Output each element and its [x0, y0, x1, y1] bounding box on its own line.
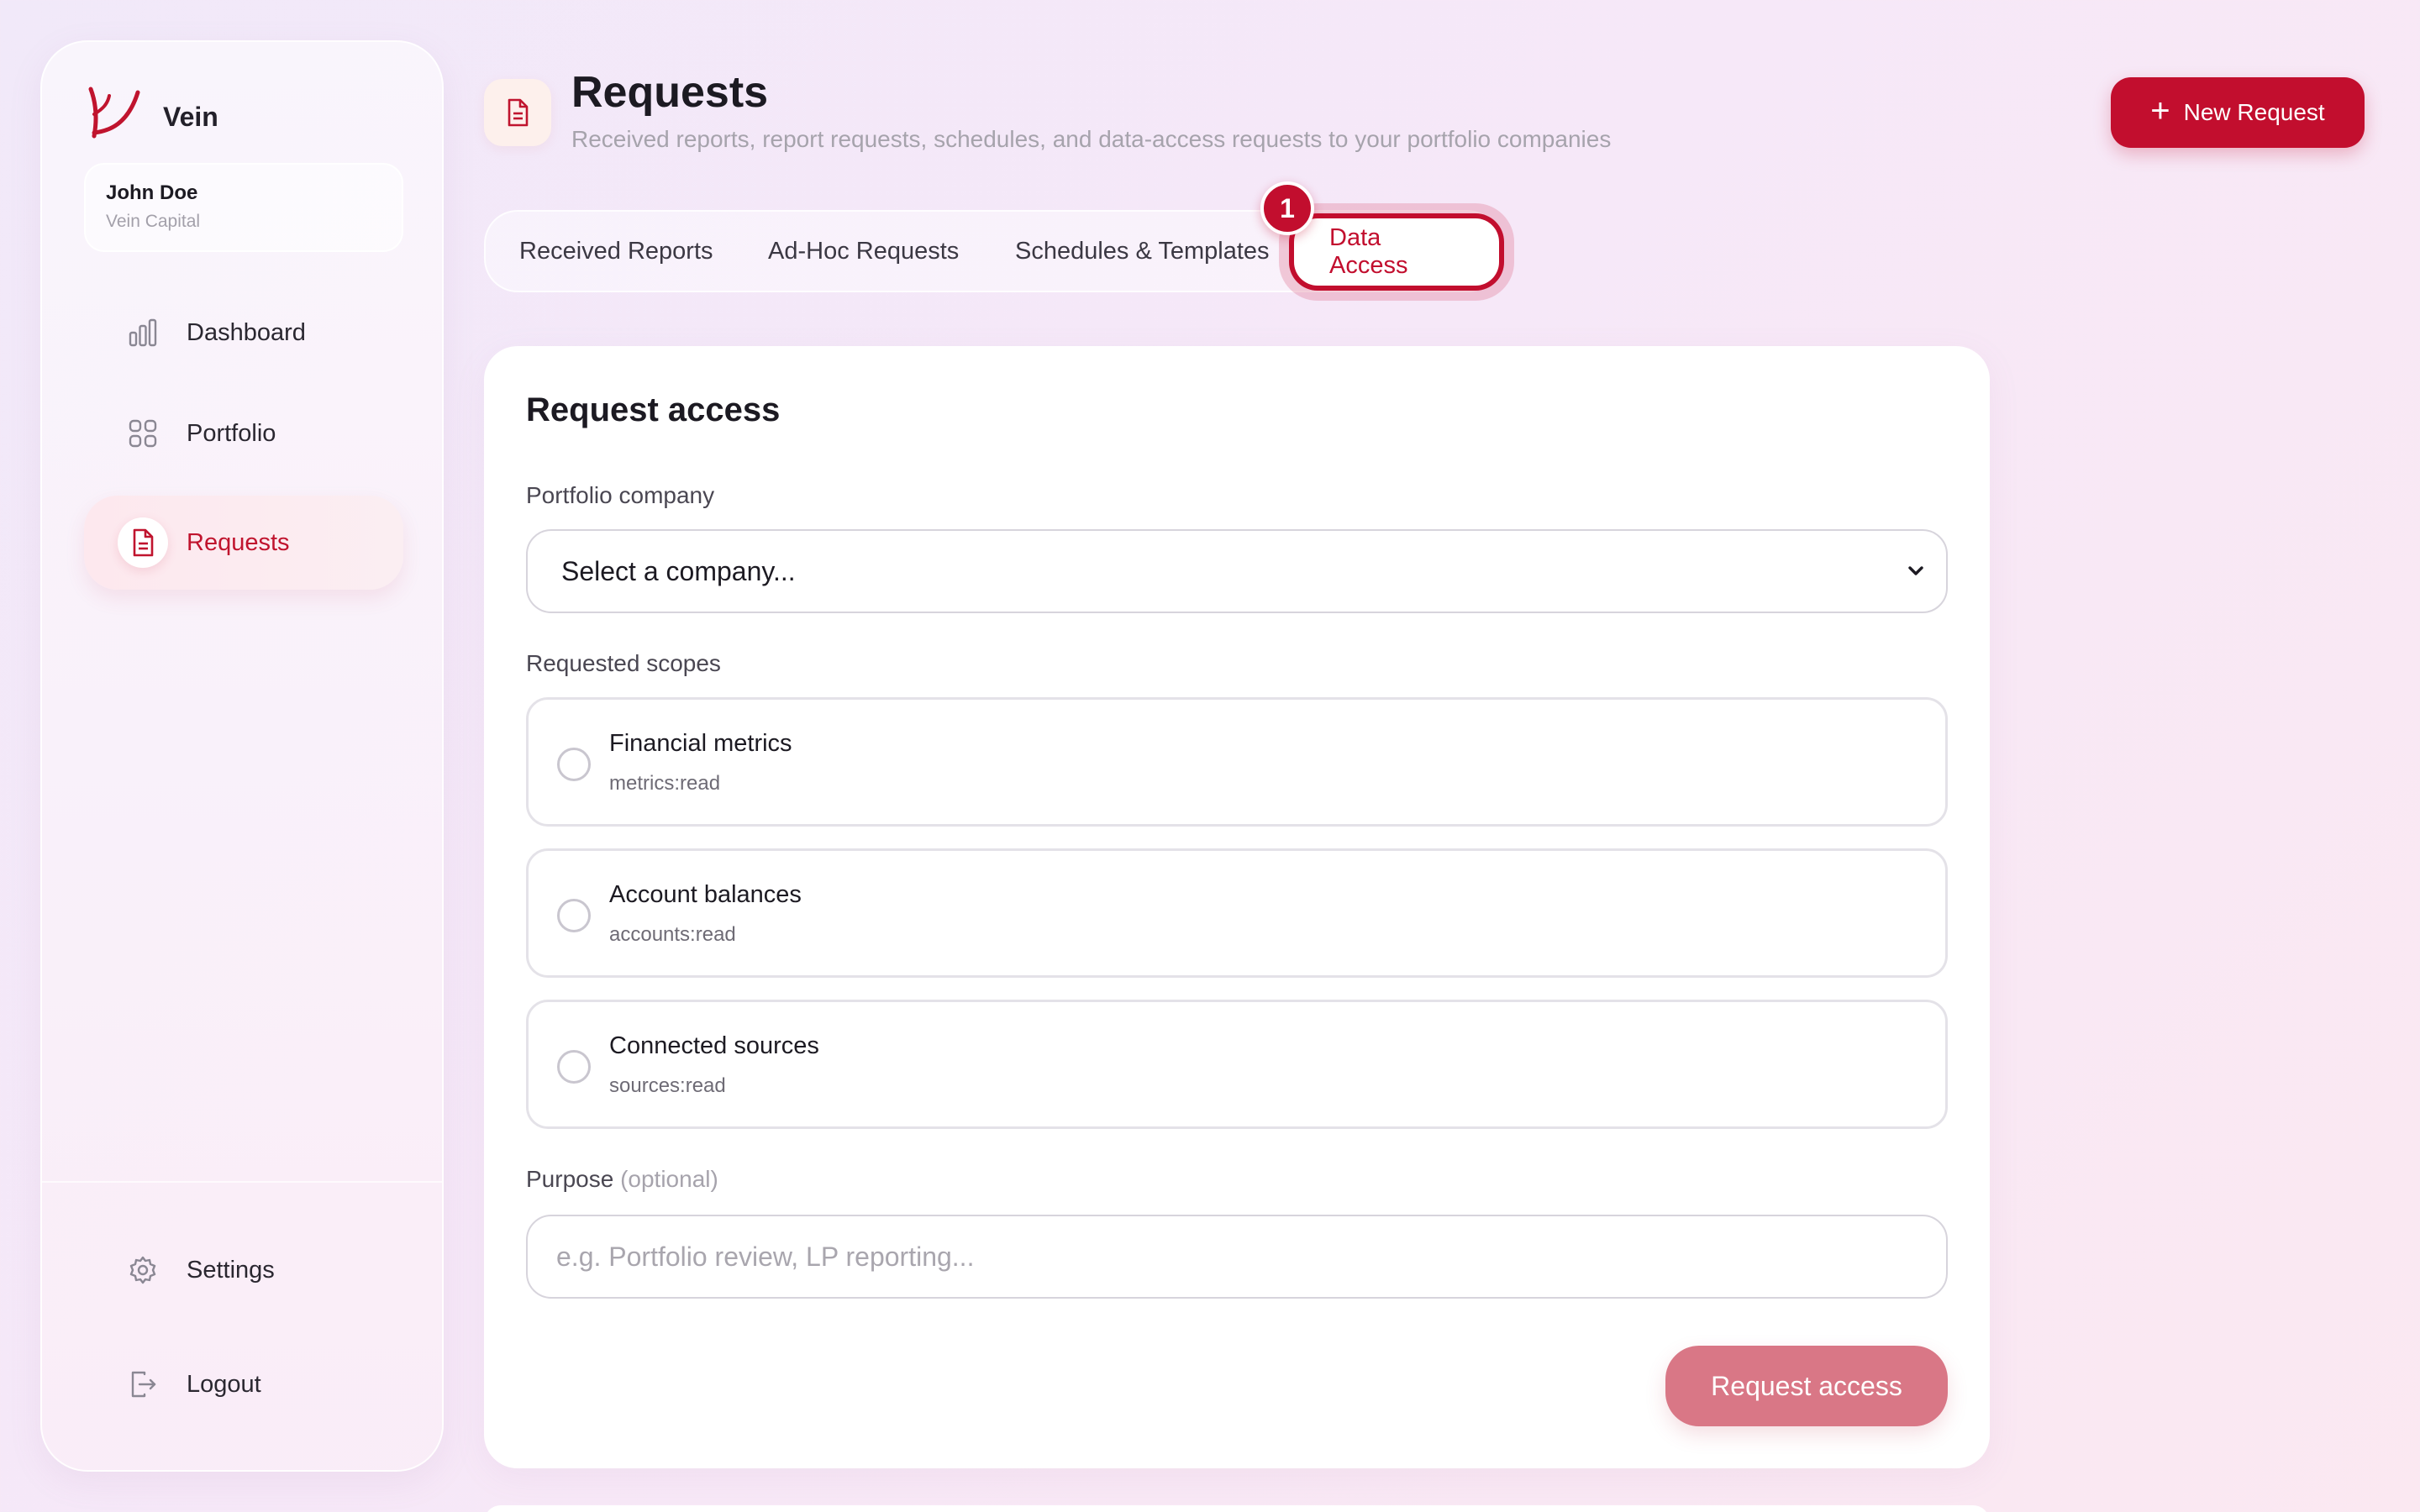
tab-bar: Received Reports Ad-Hoc Requests Schedul… [484, 210, 1501, 292]
sidebar-item-label: Logout [187, 1370, 261, 1398]
request-access-button[interactable]: Request access [1665, 1346, 1948, 1426]
sidebar-item-requests[interactable]: Requests [84, 496, 403, 590]
user-org: Vein Capital [106, 212, 201, 231]
gear-icon [118, 1245, 168, 1295]
scope-option-account-balances[interactable]: Account balances accounts:read [526, 848, 1948, 978]
chevron-down-icon [1908, 566, 1923, 575]
sidebar: Vein John Doe Vein Capital Dashboard Por… [40, 40, 444, 1472]
tab-label: Data Access [1329, 224, 1408, 279]
page-subtitle: Received reports, report requests, sched… [571, 126, 1612, 152]
sidebar-item-logout[interactable]: Logout [84, 1337, 403, 1431]
purpose-optional-hint: (optional) [620, 1166, 718, 1192]
page-title: Requests [571, 68, 769, 117]
company-select[interactable]: Select a company... [526, 529, 1948, 613]
logout-icon [118, 1359, 168, 1410]
scope-option-financial-metrics[interactable]: Financial metrics metrics:read [526, 697, 1948, 827]
secondary-card [484, 1505, 1990, 1512]
document-icon [118, 517, 168, 568]
bar-chart-icon [118, 307, 168, 358]
scope-name: Connected sources [609, 1032, 819, 1059]
tab-label: Ad-Hoc Requests [768, 237, 960, 265]
tab-received-reports[interactable]: Received Reports [519, 212, 713, 291]
sidebar-divider [42, 1181, 442, 1183]
scopes-label: Requested scopes [526, 650, 721, 676]
scope-name: Financial metrics [609, 730, 792, 757]
new-request-label: New Request [2183, 99, 2325, 125]
grid-icon [118, 408, 168, 459]
user-card[interactable]: John Doe Vein Capital [84, 163, 403, 252]
sidebar-item-label: Dashboard [187, 318, 306, 346]
scope-code: metrics:read [609, 772, 721, 795]
sidebar-item-dashboard[interactable]: Dashboard [84, 286, 403, 380]
scope-checkbox[interactable] [557, 899, 591, 932]
vein-logo-icon [88, 87, 140, 139]
company-select-value: Select a company... [561, 555, 796, 586]
tab-ad-hoc-requests[interactable]: Ad-Hoc Requests [768, 212, 959, 291]
purpose-label-text: Purpose [526, 1166, 614, 1192]
tab-label: Schedules & Templates [1015, 237, 1270, 265]
purpose-input[interactable] [526, 1215, 1948, 1299]
brand-name: Vein [163, 101, 218, 132]
page-icon [484, 79, 551, 146]
tab-schedules-templates[interactable]: Schedules & Templates [1015, 212, 1270, 291]
scope-checkbox[interactable] [557, 748, 591, 781]
scope-code: sources:read [609, 1074, 726, 1097]
scope-checkbox[interactable] [557, 1050, 591, 1084]
plus-icon: + [2150, 92, 2170, 129]
sidebar-item-label: Portfolio [187, 419, 276, 447]
request-access-card: Request access Portfolio company Select … [484, 346, 1990, 1468]
scope-name: Account balances [609, 881, 802, 908]
tab-label: Received Reports [519, 237, 713, 265]
purpose-label: Purpose (optional) [526, 1166, 718, 1193]
sidebar-item-portfolio[interactable]: Portfolio [84, 386, 403, 480]
sidebar-item-label: Requests [187, 528, 290, 556]
brand[interactable]: Vein [84, 84, 218, 141]
scope-option-connected-sources[interactable]: Connected sources sources:read [526, 1000, 1948, 1129]
sidebar-item-settings[interactable]: Settings [84, 1223, 403, 1317]
sidebar-item-label: Settings [187, 1256, 275, 1284]
user-name: John Doe [106, 181, 198, 204]
tab-data-access[interactable]: Data Access [1294, 218, 1499, 286]
annotation-badge: 1 [1260, 181, 1314, 235]
document-icon [508, 98, 529, 127]
new-request-button[interactable]: + New Request [2111, 77, 2365, 148]
scope-code: accounts:read [609, 923, 736, 946]
company-label: Portfolio company [526, 482, 715, 508]
card-title: Request access [526, 391, 781, 428]
